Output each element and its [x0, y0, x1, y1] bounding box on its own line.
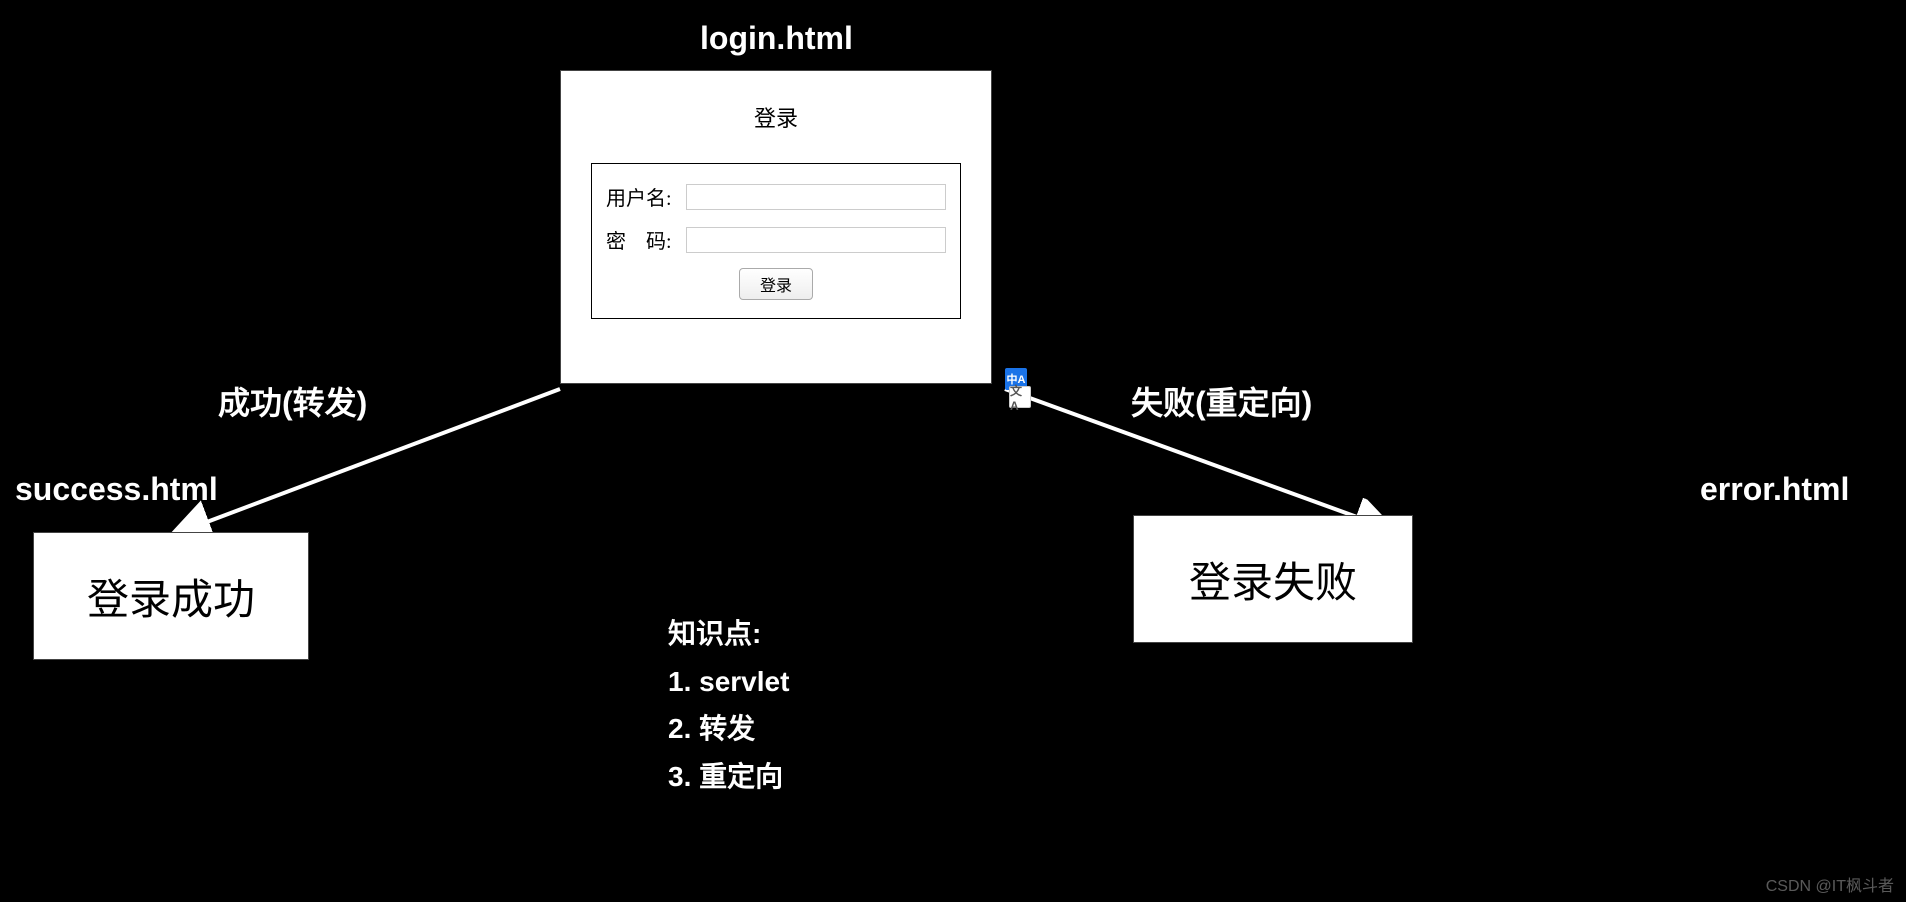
error-panel: 登录失败: [1133, 515, 1413, 643]
submit-row: 登录: [606, 268, 946, 300]
login-heading: 登录: [581, 101, 971, 133]
login-panel: 登录 用户名: 密码: 登录: [560, 70, 992, 384]
knowledge-block: 知识点: 1. servlet 2. 转发 3. 重定向: [668, 610, 789, 800]
knowledge-item-1: 1. servlet: [668, 658, 789, 706]
password-label: 密码:: [606, 225, 686, 254]
username-row: 用户名:: [606, 182, 946, 211]
translate-icon-bottom: 文A: [1009, 386, 1031, 408]
login-button[interactable]: 登录: [739, 268, 813, 300]
watermark: CSDN @IT枫斗者: [1766, 872, 1894, 896]
knowledge-item-3: 3. 重定向: [668, 753, 789, 801]
success-text: 登录成功: [87, 566, 255, 627]
error-text: 登录失败: [1189, 549, 1357, 610]
knowledge-item-2: 2. 转发: [668, 705, 789, 753]
knowledge-heading: 知识点:: [668, 610, 789, 658]
password-row: 密码:: [606, 225, 946, 254]
arrow-to-success: [160, 384, 580, 554]
username-input[interactable]: [686, 184, 946, 210]
translate-icon[interactable]: 中A 文A: [1005, 368, 1033, 408]
login-form: 用户名: 密码: 登录: [591, 163, 961, 319]
success-panel: 登录成功: [33, 532, 309, 660]
page-title-login: login.html: [700, 20, 853, 57]
page-title-error: error.html: [1700, 471, 1849, 508]
password-input[interactable]: [686, 227, 946, 253]
username-label: 用户名:: [606, 182, 686, 211]
